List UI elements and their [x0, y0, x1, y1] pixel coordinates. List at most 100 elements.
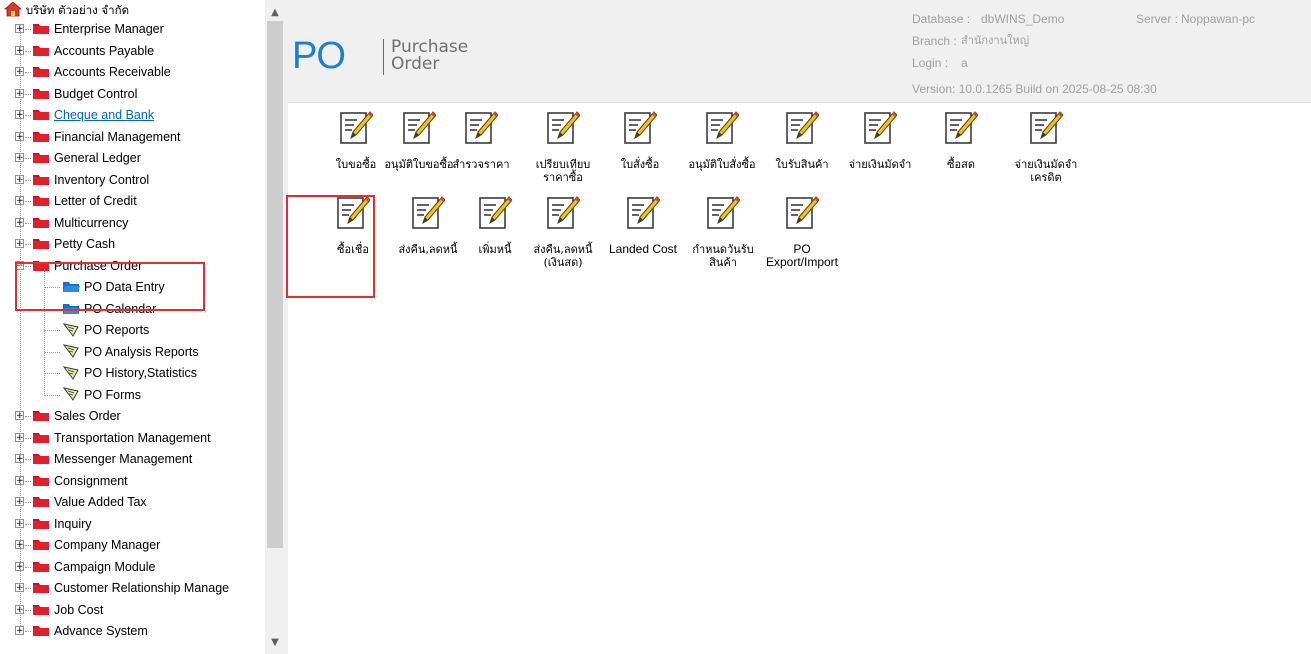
tree-item-label: Job Cost: [54, 602, 104, 617]
tree-root[interactable]: บริษัท ตัวอย่าง จำกัด: [4, 0, 129, 21]
edit-document-icon: [412, 196, 445, 229]
tile-label: จ่ายเงินมัดจำ: [848, 158, 912, 171]
expand-icon[interactable]: +: [15, 626, 24, 636]
tree-item-label: Campaign Module: [54, 559, 156, 574]
tile-label: จ่ายเงินมัดจำ เครดิต: [1014, 158, 1078, 184]
edit-document-icon: [465, 111, 498, 144]
server-label: Server :: [1136, 12, 1179, 26]
tree-item-label: Customer Relationship Manage: [54, 581, 230, 595]
tree-connector: [25, 631, 31, 632]
edit-document-icon: [1030, 111, 1063, 144]
tile-10[interactable]: จ่ายเงินมัดจำ เครดิต: [1006, 110, 1086, 184]
tile-label: Landed Cost: [608, 242, 678, 256]
tree-connector: [25, 502, 31, 503]
tile-3[interactable]: สำรวจราคา: [441, 110, 521, 171]
folder-icon: [33, 174, 49, 185]
tree-connector: [25, 545, 31, 546]
scroll-down-icon[interactable]: ▼: [265, 634, 285, 652]
tree-item-accounts-receivable[interactable]: + Accounts Receivable: [15, 62, 171, 83]
report-icon: [62, 387, 79, 401]
tree-item-label: Consignment: [54, 473, 128, 488]
folder-icon: [33, 411, 49, 421]
tile-label: PO Export/Import: [765, 242, 839, 269]
tree-item-label: Financial Management: [54, 129, 181, 144]
tree-item-label: Inventory Control: [54, 172, 150, 187]
tile-7[interactable]: ใบรับสินค้า: [762, 110, 842, 171]
tree-connector: [44, 351, 60, 353]
tree-item-budget-control[interactable]: + Budget Control: [15, 84, 137, 105]
tree-item-label: Value Added Tax: [54, 495, 147, 509]
tree-item-enterprise-manager[interactable]: + Enterprise Manager: [15, 19, 164, 40]
edit-document-icon: [627, 196, 660, 229]
tile-16[interactable]: กำหนดวันรับ สินค้า: [683, 195, 763, 269]
tile-14[interactable]: ส่งคืน,ลดหนี้ (เงินสด): [523, 195, 603, 269]
tile-label: สำรวจราคา: [452, 158, 510, 171]
edit-document-icon: [547, 111, 580, 144]
tile-15[interactable]: Landed Cost: [603, 195, 683, 256]
tile-5[interactable]: ใบสั่งซื้อ: [600, 110, 680, 171]
tree-item-po-reports[interactable]: PO Reports: [44, 320, 149, 341]
report-icon: [62, 365, 79, 380]
tree-connector: [25, 136, 31, 138]
folder-icon: [33, 454, 49, 464]
tree-item-multicurrency[interactable]: + Multicurrency: [15, 213, 128, 234]
tree-item-sales-order[interactable]: + Sales Order: [15, 406, 121, 427]
edit-document-icon: [624, 111, 657, 144]
tree-item-letter-of-credit[interactable]: + Letter of Credit: [15, 191, 137, 212]
folder-icon: [33, 239, 49, 249]
tree-item-label: Multicurrency: [54, 215, 129, 230]
tree-item-cheque-and-bank[interactable]: + Cheque and Bank: [15, 105, 154, 126]
tile-17[interactable]: PO Export/Import: [762, 195, 842, 269]
tree-item-label: Enterprise Manager: [54, 22, 164, 36]
tree-item-customer-relationship-manage[interactable]: + Customer Relationship Manage: [15, 578, 229, 599]
tree-connector: [25, 115, 31, 116]
folder-icon: [33, 45, 49, 56]
tree-item-transportation-management[interactable]: + Transportation Management: [15, 428, 211, 449]
tree-item-label: PO History,Statistics: [84, 366, 197, 380]
home-icon: [4, 0, 22, 16]
tree-item-advance-system[interactable]: + Advance System: [15, 621, 148, 642]
tree-item-consignment[interactable]: + Consignment: [15, 471, 128, 492]
tree-item-label: PO Analysis Reports: [84, 344, 199, 359]
edit-document-icon: [340, 111, 373, 144]
tile-label: ใบรับสินค้า: [775, 158, 829, 171]
tree-item-inventory-control[interactable]: + Inventory Control: [15, 170, 149, 191]
tile-9[interactable]: ซื้อสด: [921, 110, 1001, 171]
folder-icon: [33, 432, 49, 443]
tree-item-accounts-payable[interactable]: + Accounts Payable: [15, 41, 154, 62]
folder-icon: [33, 217, 49, 228]
tree-connector: [25, 566, 31, 568]
tile-6[interactable]: อนุมัติใบสั่งซื้อ: [682, 110, 762, 171]
tree-item-job-cost[interactable]: + Job Cost: [15, 600, 103, 621]
highlight-box-tree: [15, 262, 205, 311]
scroll-up-icon[interactable]: ▲: [265, 4, 285, 22]
folder-icon: [33, 110, 49, 120]
tree-item-label: General Ledger: [54, 151, 141, 165]
scrollbar-thumb[interactable]: [267, 21, 283, 548]
tree-scrollbar[interactable]: ▲ ▼: [265, 0, 285, 654]
tree-item-po-analysis-reports[interactable]: PO Analysis Reports: [44, 342, 199, 363]
tree-item-label: Budget Control: [54, 86, 138, 101]
tree-item-po-forms[interactable]: PO Forms: [44, 385, 141, 406]
tile-label: ใบสั่งซื้อ: [620, 158, 660, 171]
tree-item-financial-management[interactable]: + Financial Management: [15, 127, 180, 148]
tree-item-company-manager[interactable]: + Company Manager: [15, 535, 160, 556]
tree-connector: [25, 222, 31, 224]
tile-8[interactable]: จ่ายเงินมัดจำ: [840, 110, 920, 171]
tree-item-po-history-statistics[interactable]: PO History,Statistics: [44, 363, 197, 384]
tree-item-petty-cash[interactable]: + Petty Cash: [15, 234, 115, 255]
tree-item-inquiry[interactable]: + Inquiry: [15, 514, 92, 535]
tile-4[interactable]: เปรียบเทียบ ราคาซื้อ: [523, 110, 603, 184]
module-header: PO Purchase Order Database : dbWINS_Demo…: [288, 0, 1311, 103]
logo-separator: [383, 39, 384, 75]
tree-connector: [25, 437, 31, 439]
edit-document-icon: [479, 196, 512, 229]
tree-item-campaign-module[interactable]: + Campaign Module: [15, 557, 155, 578]
folder-icon: [33, 497, 49, 507]
edit-document-icon: [864, 111, 897, 144]
tree-item-label: Advance System: [54, 624, 148, 638]
tree-item-messenger-management[interactable]: + Messenger Management: [15, 449, 192, 470]
tree-connector: [25, 244, 31, 245]
tree-item-general-ledger[interactable]: + General Ledger: [15, 148, 141, 169]
tree-item-value-added-tax[interactable]: + Value Added Tax: [15, 492, 147, 513]
